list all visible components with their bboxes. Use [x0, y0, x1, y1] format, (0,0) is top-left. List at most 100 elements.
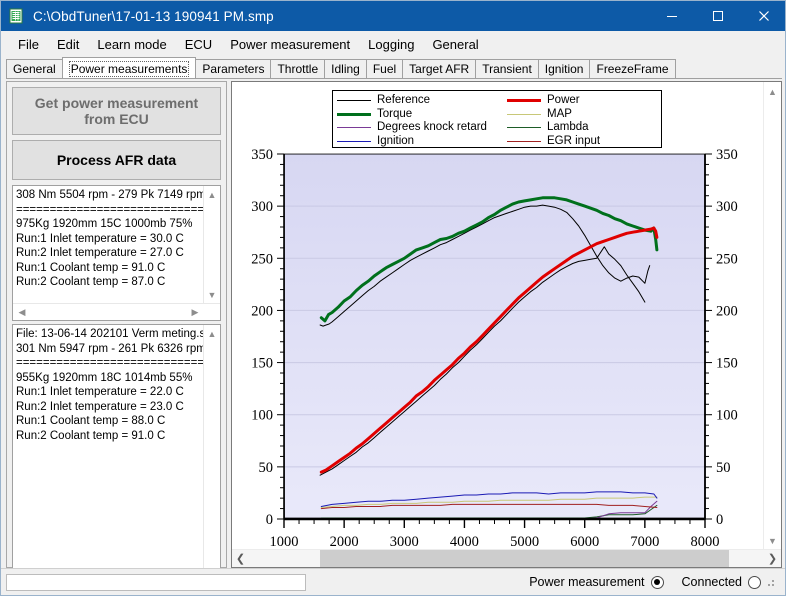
window-controls — [649, 1, 785, 31]
tab-power-measurements[interactable]: Power measurements — [61, 57, 197, 78]
chart-legend: Reference Power Torque MAP Degrees knock ret… — [332, 90, 662, 148]
tab-strip: General Power measurements Parameters Th… — [6, 57, 782, 79]
svg-text:300: 300 — [716, 199, 738, 215]
text-line: 308 Nm 5504 rpm - 279 Pk 7149 rpm — [16, 189, 206, 201]
reference-run-text: File: 13-06-14 202101 Verm meting.smp 301… — [13, 325, 221, 445]
chevron-right-icon[interactable]: ❯ — [764, 550, 781, 567]
svg-text:150: 150 — [716, 356, 738, 372]
window-title: C:\ObdTuner\17-01-13 190941 PM.smp — [33, 8, 274, 24]
title-bar: C:\ObdTuner\17-01-13 190941 PM.smp — [1, 1, 785, 31]
status-connection: Connected — [682, 575, 777, 589]
status-mode-label: Power measurement — [529, 575, 645, 589]
tab-target-afr[interactable]: Target AFR — [402, 59, 477, 78]
reference-run-vertical-scrollbar[interactable]: ▲ ▼ — [203, 325, 220, 591]
chevron-down-icon[interactable]: ▼ — [764, 532, 781, 549]
svg-text:150: 150 — [251, 356, 273, 372]
text-line: Run:2 Coolant temp = 87.0 C — [16, 276, 166, 288]
menu-item-power-measurement[interactable]: Power measurement — [221, 34, 359, 55]
chevron-up-icon[interactable]: ▲ — [204, 326, 220, 342]
chevron-up-icon[interactable]: ▲ — [204, 187, 220, 203]
chart-horizontal-scrollbar[interactable]: ❮ ❯ — [232, 549, 781, 567]
left-control-panel: Get power measurement from ECU Process A… — [6, 81, 227, 592]
text-line: Run:2 Coolant temp = 91.0 C — [16, 429, 166, 442]
text-line: Run:1 Inlet temperature = 30.0 C — [16, 232, 184, 245]
tab-label: General — [13, 62, 56, 76]
tab-freezeframe[interactable]: FreezeFrame — [589, 59, 676, 78]
menu-item-general[interactable]: General — [423, 34, 487, 55]
power-graph[interactable]: 0 0 50 50 100 100 150 150 200 200 250 250 300 300 350 3… — [232, 82, 765, 551]
svg-text:100: 100 — [251, 408, 273, 424]
svg-text:6000: 6000 — [570, 534, 599, 550]
legend-label: Reference — [377, 94, 431, 107]
close-button[interactable] — [741, 1, 785, 31]
tab-label: Fuel — [372, 62, 397, 76]
legend-entry: EGR input — [507, 135, 667, 149]
tab-transient[interactable]: Transient — [475, 59, 539, 78]
status-mode-radio[interactable] — [650, 575, 664, 589]
svg-text:200: 200 — [716, 303, 738, 319]
svg-text:300: 300 — [251, 199, 273, 215]
chevron-down-icon[interactable]: ▼ — [204, 287, 220, 303]
tab-fuel[interactable]: Fuel — [365, 59, 404, 78]
reference-run-textbox[interactable]: File: 13-06-14 202101 Verm meting.smp 301… — [12, 324, 221, 592]
current-run-vertical-scrollbar[interactable]: ▲ ▼ — [203, 186, 220, 304]
chevron-left-icon[interactable]: ❮ — [232, 550, 249, 567]
svg-text:5000: 5000 — [510, 534, 539, 550]
text-line: Run:1 Inlet temperature = 22.0 C — [16, 386, 184, 398]
legend-color-swatch — [507, 99, 541, 103]
status-mode: Power measurement — [529, 575, 664, 589]
application-window: C:\ObdTuner\17-01-13 190941 PM.smp File … — [0, 0, 786, 596]
text-line: Run:2 Inlet temperature = 23.0 C — [16, 400, 184, 413]
chart-panel: 0 0 50 50 100 100 150 150 200 200 250 250 300 300 350 3… — [231, 81, 782, 568]
menu-item-file[interactable]: File — [9, 34, 48, 55]
legend-entry: Ignition — [337, 135, 507, 149]
tab-throttle[interactable]: Throttle — [270, 59, 326, 78]
svg-text:250: 250 — [251, 251, 273, 267]
text-line: ================================ — [16, 203, 221, 216]
chevron-right-icon[interactable]: ▶ — [187, 304, 203, 320]
svg-text:350: 350 — [251, 147, 273, 163]
tab-parameters[interactable]: Parameters — [195, 59, 272, 78]
tab-idling[interactable]: Idling — [324, 59, 367, 78]
current-run-text: 308 Nm 5504 rpm - 279 Pk 7149 rpm =======… — [13, 186, 221, 292]
text-line: File: 13-06-14 202101 Verm meting.smp — [16, 328, 221, 340]
tab-label: Parameters — [202, 62, 265, 76]
tab-ignition[interactable]: Ignition — [537, 59, 591, 78]
legend-color-swatch — [337, 100, 371, 102]
menu-item-ecu[interactable]: ECU — [176, 34, 221, 55]
legend-entry: Degrees knock retard — [337, 121, 507, 135]
menu-item-learn-mode[interactable]: Learn mode — [88, 34, 175, 55]
status-bar: Power measurement Connected — [1, 568, 785, 595]
legend-color-swatch — [507, 127, 541, 129]
svg-text:0: 0 — [716, 512, 723, 528]
minimize-button[interactable] — [649, 1, 695, 31]
svg-text:50: 50 — [716, 460, 731, 476]
legend-label: Torque — [377, 107, 413, 120]
legend-color-swatch — [337, 140, 371, 142]
svg-text:3000: 3000 — [390, 534, 419, 550]
menu-item-logging[interactable]: Logging — [359, 34, 423, 55]
legend-label: Degrees knock retard — [377, 121, 487, 134]
menu-bar: File Edit Learn mode ECU Power measureme… — [1, 31, 785, 57]
current-run-textbox[interactable]: 308 Nm 5504 rpm - 279 Pk 7149 rpm =======… — [12, 185, 221, 321]
chevron-up-icon[interactable]: ▲ — [764, 83, 781, 100]
menu-item-edit[interactable]: Edit — [48, 34, 88, 55]
power-graph-svg: 0 0 50 50 100 100 150 150 200 200 250 250 300 300 350 3… — [232, 82, 765, 551]
progress-bar — [6, 573, 306, 591]
get-power-line-1: Get power measurement — [34, 95, 199, 111]
legend-entry: Reference — [337, 94, 507, 108]
status-connection-radio[interactable] — [748, 575, 761, 589]
current-run-horizontal-scrollbar[interactable]: ◀ ▶ — [13, 303, 220, 320]
svg-text:4000: 4000 — [450, 534, 479, 550]
resize-grip-icon[interactable] — [767, 577, 777, 587]
svg-text:8000: 8000 — [691, 534, 720, 550]
get-power-measurement-button[interactable]: Get power measurement from ECU — [12, 87, 221, 135]
maximize-button[interactable] — [695, 1, 741, 31]
get-power-line-2: from ECU — [84, 111, 149, 127]
tab-general[interactable]: General — [6, 59, 63, 78]
svg-text:2000: 2000 — [330, 534, 359, 550]
chart-vertical-scrollbar[interactable]: ▲ ▼ — [763, 82, 781, 550]
chevron-left-icon[interactable]: ◀ — [14, 304, 30, 320]
process-afr-data-button[interactable]: Process AFR data — [12, 140, 221, 180]
scrollbar-thumb[interactable] — [320, 550, 729, 567]
